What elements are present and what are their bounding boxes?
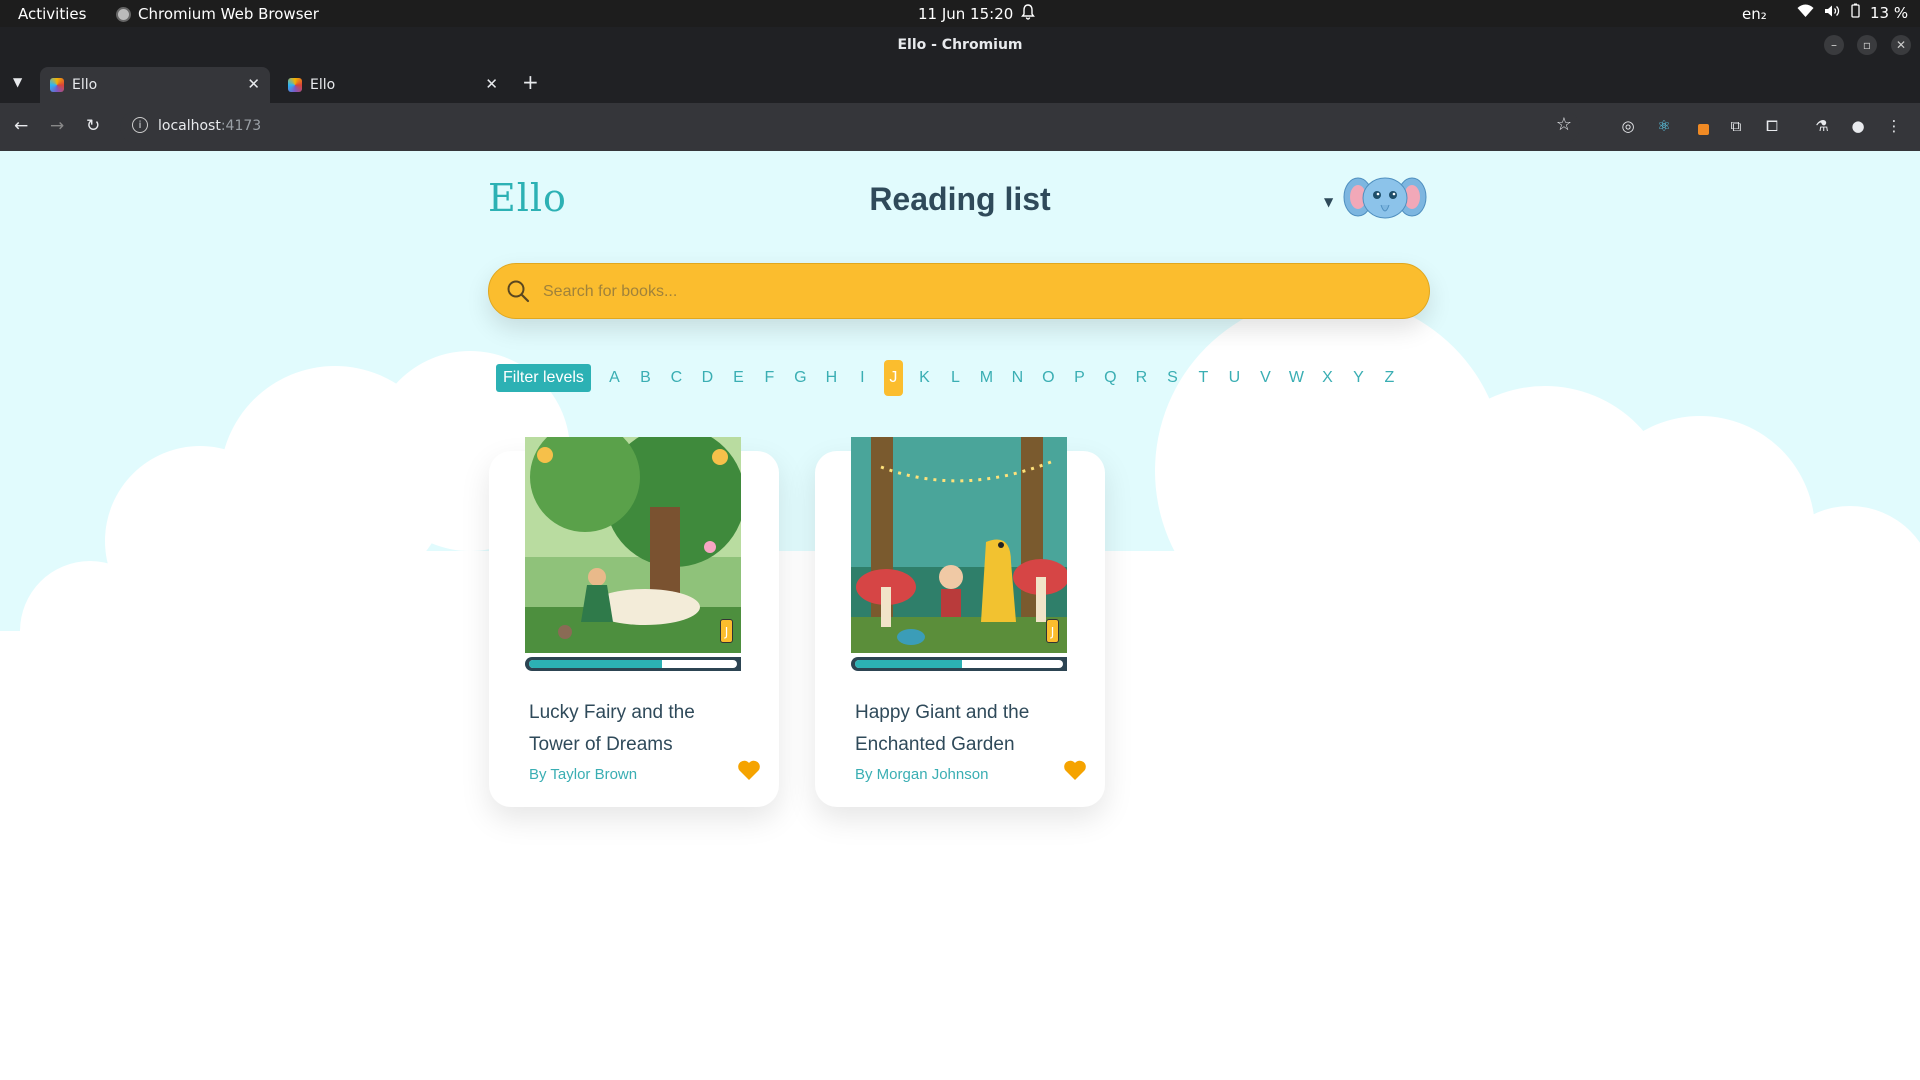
browser-titlebar: Ello - Chromium – ▫ ✕ [0,27,1920,63]
volume-icon [1824,4,1841,22]
tab-search-chevron-icon[interactable]: ▼ [13,75,22,89]
search-icon [507,280,530,303]
book-level-badge: J [720,619,733,643]
level-P[interactable]: P [1064,360,1095,396]
wifi-icon [1797,4,1814,22]
extension-cast-icon[interactable]: ⧉ [1726,116,1746,136]
react-devtools-icon[interactable]: ⚛ [1654,116,1674,136]
activities-button[interactable]: Activities [18,5,86,23]
level-U[interactable]: U [1219,360,1250,396]
ello-favicon-icon [50,78,64,92]
level-X[interactable]: X [1312,360,1343,396]
level-H[interactable]: H [816,360,847,396]
forward-arrow-icon[interactable]: → [50,116,64,136]
tab-ello-1[interactable]: Ello ✕ [40,67,270,103]
level-J-selected[interactable]: J [883,360,903,396]
level-W[interactable]: W [1281,360,1312,396]
address-bar[interactable]: i localhost:4173 ☆ [120,111,1580,143]
level-B[interactable]: B [630,360,661,396]
favorite-heart-icon[interactable] [737,759,761,781]
level-E[interactable]: E [723,360,754,396]
level-G[interactable]: G [785,360,816,396]
level-A[interactable]: A [599,360,630,396]
level-K[interactable]: K [909,360,940,396]
back-arrow-icon[interactable]: ← [14,116,28,136]
book-card[interactable]: J Lucky Fairy and the Tower of Dreams By… [489,437,779,807]
browser-toolbar: ← → ↻ i localhost:4173 ☆ ◎ ⚛ ⧉ ⧠ ⚗ ● ⋮ [0,103,1920,151]
level-Q[interactable]: Q [1095,360,1126,396]
extension-icons: ◎ ⚛ ⧉ ⧠ ⚗ ● ⋮ [1618,116,1904,136]
close-tab-icon[interactable]: ✕ [247,75,260,93]
level-Y[interactable]: Y [1343,360,1374,396]
system-status-area[interactable]: 13 % [1797,3,1908,22]
site-info-icon[interactable]: i [132,117,148,133]
system-top-bar: Activities Chromium Web Browser 11 Jun 1… [0,0,1920,27]
book-author: By Morgan Johnson [855,766,989,783]
page-title: Reading list [869,181,1051,217]
level-F[interactable]: F [754,360,785,396]
minimize-button[interactable]: – [1824,35,1844,55]
book-cover-image[interactable]: J [525,437,741,653]
level-L[interactable]: L [940,360,971,396]
giant-dragon-garden-illustration [851,437,1067,653]
level-S[interactable]: S [1157,360,1188,396]
level-O[interactable]: O [1033,360,1064,396]
reading-progress-fill [855,660,962,668]
window-title: Ello - Chromium [897,37,1023,53]
level-C[interactable]: C [661,360,692,396]
close-tab-icon[interactable]: ✕ [485,75,498,93]
search-bar[interactable] [488,263,1430,319]
labs-flask-icon[interactable]: ⚗ [1812,116,1832,136]
filter-levels-button[interactable]: Filter levels [496,364,591,392]
level-M[interactable]: M [971,360,1002,396]
book-card[interactable]: J Happy Giant and the Enchanted Garden B… [815,437,1105,807]
level-I[interactable]: I [847,360,878,396]
search-input[interactable] [541,278,1405,306]
favorite-heart-icon[interactable] [1063,759,1087,781]
level-R[interactable]: R [1126,360,1157,396]
level-filter-bar: Filter levels A B C D E F G H I J K L M … [496,360,1405,396]
battery-icon [1851,3,1860,22]
web-page: Ello Reading list ▼ Filter levels A B C … [0,151,1920,1080]
fairy-tea-party-illustration [525,437,741,653]
elephant-avatar[interactable] [1343,173,1427,221]
level-V[interactable]: V [1250,360,1281,396]
book-level-badge: J [1046,619,1059,643]
chromium-icon [116,6,131,22]
app-name: Chromium Web Browser [138,5,319,23]
new-tab-plus-icon[interactable]: + [522,70,539,94]
level-D[interactable]: D [692,360,723,396]
tab-ello-2[interactable]: Ello ✕ [278,67,508,103]
level-N[interactable]: N [1002,360,1033,396]
extension-target-icon[interactable]: ◎ [1618,116,1638,136]
book-author: By Taylor Brown [529,766,638,783]
close-window-button[interactable]: ✕ [1891,35,1911,55]
book-title[interactable]: Lucky Fairy and the Tower of Dreams [529,697,739,761]
bookmark-star-icon[interactable]: ☆ [1556,114,1572,135]
tab-label: Ello [72,77,98,93]
ello-favicon-icon [288,78,302,92]
reading-progress-fill [529,660,662,668]
level-T[interactable]: T [1188,360,1219,396]
book-title[interactable]: Happy Giant and the Enchanted Garden [855,697,1065,761]
restore-button[interactable]: ▫ [1857,35,1877,55]
extensions-puzzle-icon[interactable]: ⧠ [1762,116,1782,136]
book-cover-image[interactable]: J [851,437,1067,653]
url-text[interactable]: localhost:4173 [158,118,261,134]
notification-bell-icon [1021,4,1035,24]
reading-progress [851,657,1067,671]
reload-icon[interactable]: ↻ [86,116,100,136]
level-Z[interactable]: Z [1374,360,1405,396]
battery-percentage: 13 % [1870,3,1909,22]
profile-dropdown-caret-icon[interactable]: ▼ [1324,195,1333,209]
menu-kebab-icon[interactable]: ⋮ [1884,116,1904,136]
extension-orange-icon[interactable] [1690,116,1710,136]
reading-progress [525,657,741,671]
app-menu[interactable]: Chromium Web Browser [116,5,319,23]
profile-icon[interactable]: ● [1848,116,1868,136]
tab-label: Ello [310,77,336,93]
input-language-indicator[interactable]: en₂ [1742,5,1767,23]
clock[interactable]: 11 Jun 15:20 [918,5,1013,23]
tab-strip: ▼ Ello ✕ Ello ✕ + [0,63,1920,103]
